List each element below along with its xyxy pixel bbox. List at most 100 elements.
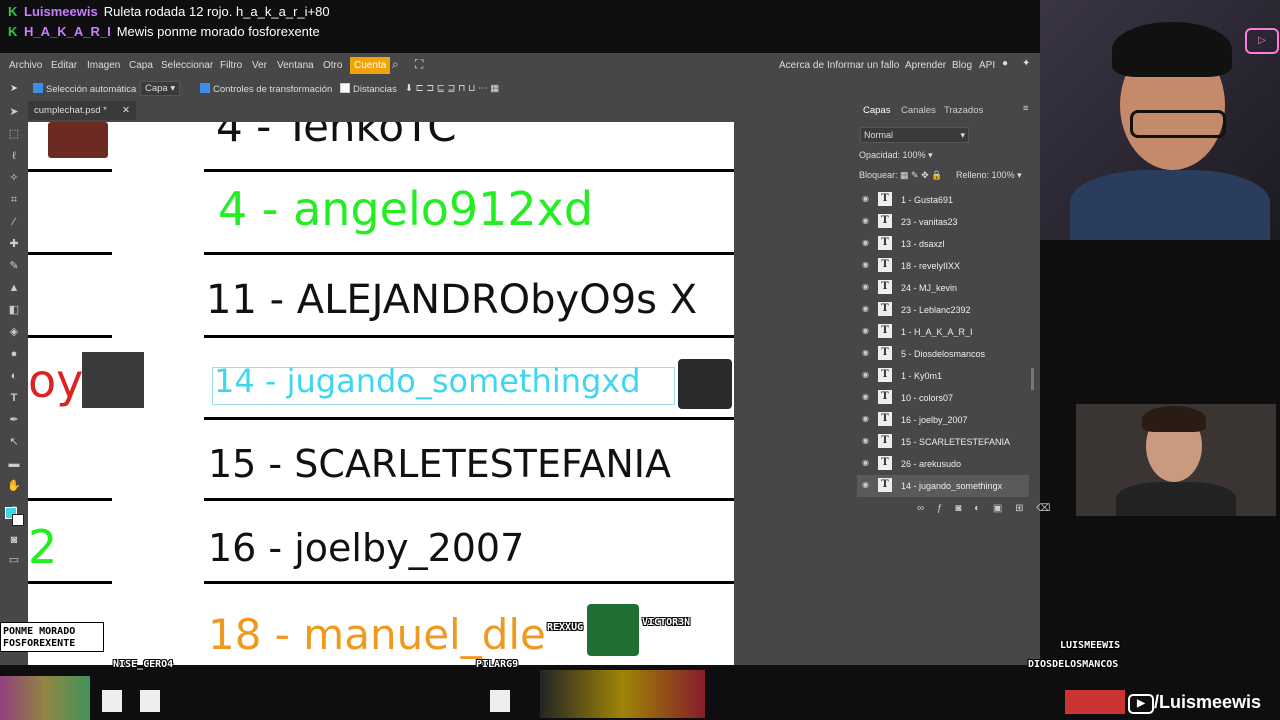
- visibility-eye-icon[interactable]: ◉: [862, 216, 872, 226]
- wand-tool-icon[interactable]: ✧: [7, 171, 21, 185]
- menu-archivo[interactable]: Archivo: [9, 60, 42, 71]
- layer-item[interactable]: ◉ T 10 - colors07: [857, 387, 1029, 409]
- menu-filtro[interactable]: Filtro: [220, 60, 242, 71]
- layer-item[interactable]: ◉ T 5 - Diosdelosmancos: [857, 343, 1029, 365]
- text-layer-icon: T: [878, 236, 892, 250]
- twitter-icon[interactable]: ✦: [1022, 58, 1030, 69]
- menu-seleccionar[interactable]: Seleccionar: [161, 60, 213, 71]
- transform-checkbox[interactable]: Controles de transformación: [200, 83, 332, 95]
- visibility-eye-icon[interactable]: ◉: [862, 414, 872, 424]
- scrollbar[interactable]: [1031, 368, 1034, 390]
- visibility-eye-icon[interactable]: ◉: [862, 194, 872, 204]
- menu-acerca[interactable]: Acerca de: [779, 60, 824, 71]
- blend-mode-select[interactable]: Normal ▾: [860, 127, 969, 143]
- canvas-row-text[interactable]: 15 - SCARLETESTEFANIA: [208, 442, 671, 486]
- quickmask-icon[interactable]: ◙: [7, 533, 21, 547]
- menu-api[interactable]: API: [979, 60, 995, 71]
- distances-checkbox[interactable]: Distancias: [340, 83, 397, 95]
- menu-capa[interactable]: Capa: [129, 60, 153, 71]
- lock-icon[interactable]: ▦ ✎ ✥ 🔒: [900, 170, 942, 180]
- visibility-eye-icon[interactable]: ◉: [862, 348, 872, 358]
- opacity-control[interactable]: Opacidad: 100% ▾: [859, 150, 933, 161]
- menu-editar[interactable]: Editar: [51, 60, 77, 71]
- dodge-tool-icon[interactable]: ◐: [7, 369, 21, 383]
- document-canvas[interactable]: 4 - TenkoTC 4 - angelo912xd 11 - ALEJAND…: [28, 122, 734, 665]
- eyedropper-tool-icon[interactable]: ⁄: [7, 215, 21, 229]
- layer-item[interactable]: ◉ T 13 - dsaxzl: [857, 233, 1029, 255]
- fill-control[interactable]: Relleno: 100% ▾: [956, 170, 1022, 181]
- document-tab[interactable]: cumplechat.psd * ✕: [28, 101, 136, 120]
- menu-imagen[interactable]: Imagen: [87, 60, 120, 71]
- visibility-eye-icon[interactable]: ◉: [862, 304, 872, 314]
- brush-tool-icon[interactable]: ✎: [7, 259, 21, 273]
- reddit-icon[interactable]: ●: [1002, 58, 1008, 69]
- visibility-eye-icon[interactable]: ◉: [862, 436, 872, 446]
- pen-tool-icon[interactable]: ✒: [7, 413, 21, 427]
- menu-otro[interactable]: Otro: [323, 60, 342, 71]
- canvas-row-text-selected[interactable]: 14 - jugando_somethingxd: [214, 362, 641, 400]
- visibility-eye-icon[interactable]: ◉: [862, 282, 872, 292]
- visibility-eye-icon[interactable]: ◉: [862, 326, 872, 336]
- layer-name: 18 - revelyIIXX: [901, 261, 961, 271]
- background-color[interactable]: [12, 514, 24, 526]
- canvas-row-text[interactable]: 4 - TenkoTC: [216, 122, 457, 151]
- layer-item[interactable]: ◉ T 23 - Leblanc2392: [857, 299, 1029, 321]
- menu-aprender[interactable]: Aprender: [905, 60, 946, 71]
- layer-item[interactable]: ◉ T 24 - MJ_kevin: [857, 277, 1029, 299]
- canvas-fragment-text[interactable]: 2: [28, 520, 57, 574]
- visibility-eye-icon[interactable]: ◉: [862, 480, 872, 490]
- heal-tool-icon[interactable]: ✚: [7, 237, 21, 251]
- layer-item[interactable]: ◉ T 1 - Ky0m1: [857, 365, 1029, 387]
- menu-informar[interactable]: Informar un fallo: [827, 60, 899, 71]
- bucket-tool-icon[interactable]: ◈: [7, 325, 21, 339]
- layer-item[interactable]: ◉ T 18 - revelyIIXX: [857, 255, 1029, 277]
- target-select[interactable]: Capa ▾: [140, 81, 181, 96]
- layer-item[interactable]: ◉ T 14 - jugando_somethingx: [857, 475, 1029, 497]
- layer-item[interactable]: ◉ T 1 - H_A_K_A_R_I: [857, 321, 1029, 343]
- auto-select-checkbox[interactable]: Selección automática: [33, 83, 136, 95]
- menu-ver[interactable]: Ver: [252, 60, 267, 71]
- canvas-row-text[interactable]: 11 - ALEJANDRObyO9s X: [206, 277, 697, 323]
- menu-ventana[interactable]: Ventana: [277, 60, 314, 71]
- shape-tool-icon[interactable]: ▬: [7, 457, 21, 471]
- layer-item[interactable]: ◉ T 16 - joelby_2007: [857, 409, 1029, 431]
- path-select-icon[interactable]: ↖: [7, 435, 21, 449]
- visibility-eye-icon[interactable]: ◉: [862, 458, 872, 468]
- visibility-eye-icon[interactable]: ◉: [862, 238, 872, 248]
- tab-canales[interactable]: Canales: [901, 105, 936, 116]
- hand-tool-icon[interactable]: ✋: [7, 479, 21, 493]
- canvas-row-text[interactable]: 18 - manuel_dle: [208, 610, 546, 659]
- visibility-eye-icon[interactable]: ◉: [862, 392, 872, 402]
- screen-mode-icon[interactable]: ▭: [7, 553, 21, 567]
- marquee-tool-icon[interactable]: ⬚: [7, 127, 21, 141]
- align-icon[interactable]: ⬇ ⊏ ⊐ ⊑ ⊒ ⊓ ⊔ ⋯ ▦: [405, 83, 499, 94]
- close-icon[interactable]: ✕: [122, 101, 130, 120]
- layer-item[interactable]: ◉ T 23 - vanitas23: [857, 211, 1029, 233]
- opacity-value[interactable]: 100%: [903, 150, 926, 160]
- eraser-tool-icon[interactable]: ◧: [7, 303, 21, 317]
- type-tool-icon[interactable]: T: [7, 391, 21, 405]
- tab-capas[interactable]: Capas: [863, 105, 890, 116]
- menu-blog[interactable]: Blog: [952, 60, 972, 71]
- fill-value[interactable]: 100%: [992, 170, 1015, 180]
- menu-cuenta[interactable]: Cuenta: [350, 57, 391, 74]
- search-icon[interactable]: ⌕: [392, 57, 399, 72]
- panel-menu-icon[interactable]: ≡: [1023, 103, 1029, 114]
- stamp-tool-icon[interactable]: ▲: [7, 281, 21, 295]
- crop-tool-icon[interactable]: ⌗: [7, 193, 21, 207]
- blur-tool-icon[interactable]: ●: [7, 347, 21, 361]
- canvas-row-text[interactable]: 4 - angelo912xd: [218, 182, 593, 236]
- visibility-eye-icon[interactable]: ◉: [862, 370, 872, 380]
- move-tool-icon[interactable]: ➤: [7, 105, 21, 119]
- tab-trazados[interactable]: Trazados: [944, 105, 983, 116]
- canvas-row-text[interactable]: 16 - joelby_2007: [208, 526, 524, 570]
- layer-item[interactable]: ◉ T 26 - arekusudo: [857, 453, 1029, 475]
- layer-actions-icon[interactable]: ∞ ƒ ◙ ◐ ▣ ⊞ ⌫: [917, 503, 1055, 514]
- text-layer-icon: T: [878, 324, 892, 338]
- layer-item[interactable]: ◉ T 1 - Gusta691: [857, 189, 1029, 211]
- fullscreen-icon[interactable]: ⛶: [415, 57, 423, 72]
- visibility-eye-icon[interactable]: ◉: [862, 260, 872, 270]
- canvas-fragment-text[interactable]: oy: [28, 354, 83, 408]
- layer-item[interactable]: ◉ T 15 - SCARLETESTEFANIA: [857, 431, 1029, 453]
- lasso-tool-icon[interactable]: ℓ: [7, 149, 21, 163]
